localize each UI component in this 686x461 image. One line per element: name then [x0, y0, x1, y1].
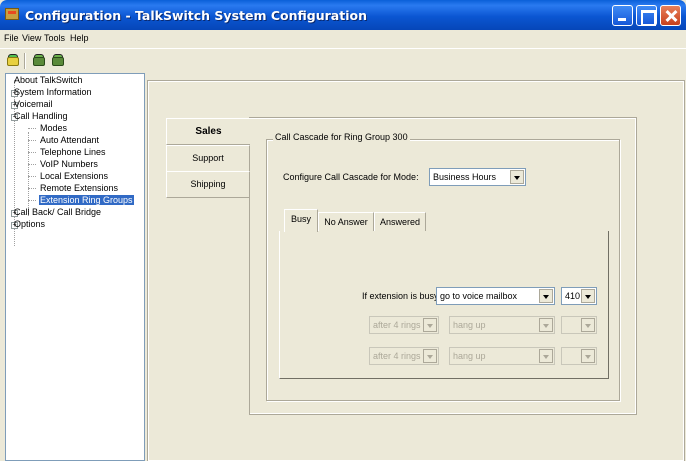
tab-no-answer[interactable]: No Answer — [318, 212, 374, 231]
menu-view[interactable]: View — [22, 33, 41, 43]
menu-tools[interactable]: Tools — [44, 33, 65, 43]
tree-connector — [28, 200, 36, 201]
menu-help[interactable]: Help — [70, 33, 89, 43]
action-select-2[interactable]: hang up — [449, 347, 555, 365]
tab-shipping[interactable]: Shipping — [166, 171, 250, 198]
tree-item-local-extensions[interactable]: Local Extensions — [40, 170, 108, 182]
tree-item-telephone-lines[interactable]: Telephone Lines — [40, 146, 106, 158]
mailbox-select[interactable]: 410 — [561, 287, 597, 305]
busy-tab-panel — [279, 231, 609, 379]
chevron-down-icon[interactable] — [539, 318, 553, 332]
busy-action-value: go to voice mailbox — [440, 291, 518, 301]
toolbar-separator — [24, 53, 26, 69]
tree-connector — [28, 152, 36, 153]
tree-item-about[interactable]: About TalkSwitch — [14, 74, 82, 86]
toolbar — [0, 48, 686, 70]
tree-item-voicemail[interactable]: Voicemail — [14, 98, 53, 110]
tree-connector — [28, 164, 36, 165]
mode-select[interactable]: Business Hours — [429, 168, 526, 186]
menu-file[interactable]: File — [4, 33, 19, 43]
tree-item-voip-numbers[interactable]: VoIP Numbers — [40, 158, 98, 170]
busy-action-select[interactable]: go to voice mailbox — [436, 287, 555, 305]
tree-item-options[interactable]: Options — [14, 218, 45, 230]
tree-connector — [28, 188, 36, 189]
content-panel: Sales Support Shipping Call Cascade for … — [146, 73, 686, 461]
tree-connector — [28, 128, 36, 129]
mode-select-value: Business Hours — [433, 172, 497, 182]
tree-connector — [28, 176, 36, 177]
tree-item-extension-ring-groups[interactable]: Extension Ring Groups — [39, 194, 134, 206]
target-select-2[interactable] — [561, 347, 597, 365]
close-button[interactable] — [660, 5, 681, 26]
tab-busy[interactable]: Busy — [284, 209, 318, 232]
navigation-tree: About TalkSwitch + System Information + … — [5, 73, 145, 461]
busy-label: If extension is busy: — [362, 291, 442, 301]
delay-select-2[interactable]: after 4 rings — [369, 347, 439, 365]
tab-sales[interactable]: Sales — [166, 118, 250, 145]
tree-item-system-information[interactable]: System Information — [14, 86, 92, 98]
chevron-down-icon[interactable] — [581, 289, 595, 303]
tab-answered[interactable]: Answered — [374, 212, 426, 231]
maximize-button[interactable] — [636, 5, 657, 26]
tab-support[interactable]: Support — [166, 145, 250, 172]
chevron-down-icon[interactable] — [423, 318, 437, 332]
delay-value-1: after 4 rings — [373, 320, 421, 330]
action-value-1: hang up — [453, 320, 486, 330]
chevron-down-icon[interactable] — [539, 289, 553, 303]
app-icon — [5, 8, 19, 20]
delay-value-2: after 4 rings — [373, 351, 421, 361]
tree-item-remote-extensions[interactable]: Remote Extensions — [40, 182, 118, 194]
mailbox-value: 410 — [565, 291, 581, 301]
chevron-down-icon[interactable] — [423, 349, 437, 363]
action-select-1[interactable]: hang up — [449, 316, 555, 334]
target-select-1[interactable] — [561, 316, 597, 334]
download-phone-icon[interactable] — [50, 53, 66, 68]
window-title: Configuration - TalkSwitch System Config… — [25, 8, 367, 23]
chevron-down-icon[interactable] — [581, 349, 595, 363]
chevron-down-icon[interactable] — [510, 170, 524, 184]
call-cascade-title: Call Cascade for Ring Group 300 — [273, 132, 410, 142]
chevron-down-icon[interactable] — [539, 349, 553, 363]
tree-item-auto-attendant[interactable]: Auto Attendant — [40, 134, 99, 146]
minimize-button[interactable] — [612, 5, 633, 26]
upload-phone-icon[interactable] — [31, 53, 47, 68]
tree-item-call-handling[interactable]: Call Handling — [14, 110, 68, 122]
tree-connector — [28, 140, 36, 141]
chevron-down-icon[interactable] — [581, 318, 595, 332]
menu-bar: File View Tools Help — [0, 30, 686, 46]
action-value-2: hang up — [453, 351, 486, 361]
mode-label: Configure Call Cascade for Mode: — [283, 172, 419, 182]
title-bar: Configuration - TalkSwitch System Config… — [0, 0, 686, 30]
delay-select-1[interactable]: after 4 rings — [369, 316, 439, 334]
tree-item-modes[interactable]: Modes — [40, 122, 67, 134]
connect-phone-icon[interactable] — [5, 53, 21, 68]
tree-connector — [28, 132, 29, 216]
tree-item-call-back-call-bridge[interactable]: Call Back/ Call Bridge — [14, 206, 101, 218]
